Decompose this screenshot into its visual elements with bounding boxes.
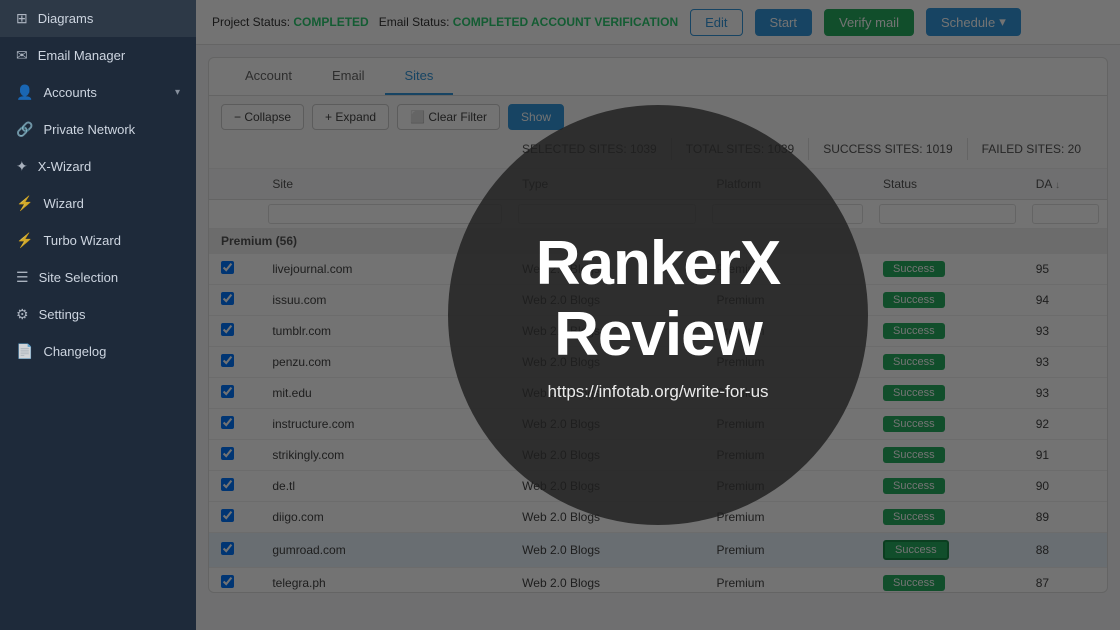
- sidebar-item-turbo-wizard[interactable]: ⚡ Turbo Wizard: [0, 222, 196, 259]
- sidebar-item-x-wizard[interactable]: ✦ X-Wizard: [0, 148, 196, 185]
- wizard-icon: ⚡: [16, 195, 33, 212]
- sidebar-label-diagrams: Diagrams: [38, 11, 180, 26]
- sidebar-label-turbo-wizard: Turbo Wizard: [43, 233, 180, 248]
- main-content: Project Status: COMPLETED Email Status: …: [196, 0, 1120, 630]
- sidebar-item-wizard[interactable]: ⚡ Wizard: [0, 185, 196, 222]
- sidebar-label-wizard: Wizard: [43, 196, 180, 211]
- private-network-icon: 🔗: [16, 121, 33, 138]
- email-manager-icon: ✉: [16, 47, 28, 64]
- sidebar-label-email-manager: Email Manager: [38, 48, 180, 63]
- diagrams-icon: ⊞: [16, 10, 28, 27]
- sidebar: ⊞ Diagrams ✉ Email Manager 👤 Accounts ▾ …: [0, 0, 196, 630]
- sidebar-item-private-network[interactable]: 🔗 Private Network: [0, 111, 196, 148]
- overlay-url: https://infotab.org/write-for-us: [547, 382, 768, 402]
- sidebar-label-site-selection: Site Selection: [39, 270, 180, 285]
- changelog-icon: 📄: [16, 343, 33, 360]
- accounts-icon: 👤: [16, 84, 33, 101]
- sidebar-item-accounts[interactable]: 👤 Accounts ▾: [0, 74, 196, 111]
- sidebar-item-diagrams[interactable]: ⊞ Diagrams: [0, 0, 196, 37]
- settings-icon: ⚙: [16, 306, 29, 323]
- turbo-wizard-icon: ⚡: [16, 232, 33, 249]
- sidebar-item-settings[interactable]: ⚙ Settings: [0, 296, 196, 333]
- sidebar-item-email-manager[interactable]: ✉ Email Manager: [0, 37, 196, 74]
- sidebar-label-changelog: Changelog: [43, 344, 180, 359]
- sidebar-label-settings: Settings: [39, 307, 180, 322]
- overlay: RankerXReview https://infotab.org/write-…: [196, 0, 1120, 630]
- sidebar-label-x-wizard: X-Wizard: [38, 159, 180, 174]
- sidebar-label-accounts: Accounts: [43, 85, 165, 100]
- sidebar-label-private-network: Private Network: [43, 122, 180, 137]
- sidebar-item-site-selection[interactable]: ☰ Site Selection: [0, 259, 196, 296]
- x-wizard-icon: ✦: [16, 158, 28, 175]
- overlay-title: RankerXReview: [536, 228, 781, 371]
- overlay-circle: RankerXReview https://infotab.org/write-…: [448, 105, 868, 525]
- sidebar-item-changelog[interactable]: 📄 Changelog: [0, 333, 196, 370]
- chevron-down-icon: ▾: [175, 87, 180, 98]
- site-selection-icon: ☰: [16, 269, 29, 286]
